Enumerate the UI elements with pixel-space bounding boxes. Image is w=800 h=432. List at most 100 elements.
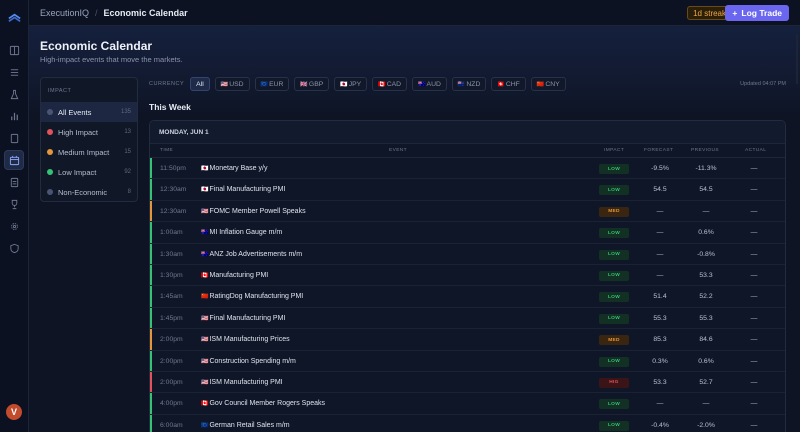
actual-value: —: [750, 250, 758, 258]
impact-item-label: All Events: [58, 107, 92, 117]
currency-chip[interactable]: 🇬🇧 GBP: [294, 77, 330, 91]
impact-badge: MED: [599, 206, 629, 217]
shield-icon[interactable]: [4, 238, 24, 258]
flag-icon: 🇨🇭: [497, 81, 505, 88]
currency-chip-label: JPY: [348, 80, 362, 88]
event-title: Manufacturing PMI: [209, 271, 269, 279]
impact-item-label: Low Impact: [58, 167, 97, 177]
currency-chip-label: All: [196, 80, 204, 88]
flag-icon: 🇺🇸: [201, 379, 209, 386]
currency-chip[interactable]: All: [190, 77, 210, 91]
forecast-value: 54.5: [653, 186, 667, 194]
plus-icon: +: [732, 8, 738, 18]
impact-item[interactable]: Medium Impact 15: [41, 142, 137, 162]
tablet-icon[interactable]: [4, 128, 24, 148]
flag-icon: 🇺🇸: [220, 81, 229, 88]
forecast-value: -0.4%: [651, 421, 669, 429]
flag-icon: 🇪🇺: [201, 422, 209, 429]
breadcrumb-separator: /: [95, 7, 98, 18]
event-time: 12:30am: [160, 186, 187, 194]
table-row[interactable]: 1:30pm 🇨🇦Manufacturing PMI LOW — 53.3 —: [150, 264, 785, 287]
impact-badge: LOW: [599, 185, 629, 196]
table-row[interactable]: 1:30am 🇦🇺ANZ Job Advertisements m/m LOW — -0…: [150, 243, 785, 265]
flag-icon: 🇨🇦: [378, 81, 386, 88]
impact-item[interactable]: Low Impact 92: [41, 162, 137, 182]
currency-chip-label: CAD: [386, 80, 402, 88]
event-name: 🇺🇸Construction Spending m/m: [201, 358, 296, 365]
currency-chip[interactable]: 🇦🇺 AUD: [412, 77, 447, 91]
breadcrumb-app[interactable]: ExecutionIQ: [40, 8, 89, 18]
impact-badge: HIG: [599, 377, 629, 388]
previous-value: 0.6%: [698, 357, 714, 365]
impact-dot: [47, 129, 53, 135]
flag-icon: 🇨🇦: [201, 272, 209, 279]
currency-chip[interactable]: 🇨🇦 CAD: [372, 77, 408, 91]
currency-chip[interactable]: 🇳🇿 NZD: [451, 77, 487, 91]
currency-chip-label: AUD: [426, 80, 441, 88]
currency-chip[interactable]: 🇪🇺 EUR: [254, 77, 290, 91]
impact-bar: [150, 264, 152, 286]
impact-item[interactable]: High Impact 13: [41, 122, 137, 142]
impact-item-label: High Impact: [58, 127, 99, 137]
event-time: 11:50pm: [160, 165, 186, 172]
impact-badge: LOW: [599, 270, 629, 281]
flask-icon[interactable]: [4, 84, 24, 104]
scrollbar[interactable]: [796, 34, 798, 84]
table-row[interactable]: 1:00am 🇦🇺MI Inflation Gauge m/m LOW — 0.6% —: [150, 222, 785, 244]
list-icon[interactable]: [4, 62, 24, 82]
table-row[interactable]: 2:00pm 🇺🇸Construction Spending m/m LOW 0.3%…: [150, 350, 785, 372]
impact-badge: LOW: [599, 292, 629, 303]
currency-chip-label: NZD: [466, 80, 481, 88]
event-name: 🇺🇸Final Manufacturing PMI: [201, 315, 285, 322]
impact-filter-panel: IMPACT All Events 135 High Impact 13 Medium …: [40, 77, 138, 202]
event-title: Gov Council Member Rogers Speaks: [209, 400, 326, 408]
event-name: 🇯🇵Final Manufacturing PMI: [201, 186, 285, 193]
table-row[interactable]: 1:45am 🇨🇳RatingDog Manufacturing PMI LOW 51…: [150, 286, 785, 308]
document-icon[interactable]: [4, 172, 24, 192]
event-title: ISM Manufacturing Prices: [209, 336, 290, 344]
table-row[interactable]: 6:00am 🇪🇺German Retail Sales m/m LOW -0.4% -…: [150, 414, 785, 432]
event-time: 2:00pm: [160, 357, 183, 365]
forecast-value: 53.3: [653, 378, 667, 386]
event-name: 🇨🇦Manufacturing PMI: [201, 272, 268, 279]
table-row[interactable]: 11:50pm 🇯🇵Monetary Base y/y LOW -9.5% -11.3%…: [150, 158, 785, 180]
settings-gear-icon[interactable]: [4, 216, 24, 236]
event-title: ISM Manufacturing PMI: [209, 378, 283, 386]
table-row[interactable]: 1:45pm 🇺🇸Final Manufacturing PMI LOW 55.3 55…: [150, 307, 785, 330]
trophy-icon[interactable]: [4, 194, 24, 214]
table-row[interactable]: 2:00pm 🇺🇸ISM Manufacturing PMI HIG 53.3 52.7…: [150, 371, 785, 394]
impact-bar: [150, 200, 152, 222]
forecast-value: —: [656, 400, 664, 408]
table-row[interactable]: 4:00pm 🇨🇦Gov Council Member Rogers Speaks…: [150, 393, 785, 415]
table-row[interactable]: 2:00pm 🇺🇸ISM Manufacturing Prices MED 85.3 8…: [150, 329, 785, 351]
event-name: 🇨🇦Gov Council Member Rogers Speaks: [201, 400, 325, 407]
dashboard-icon[interactable]: [4, 40, 24, 60]
impact-bar: [150, 286, 152, 307]
table-row[interactable]: 12:30am 🇯🇵Final Manufacturing PMI LOW 54.5 5…: [150, 179, 785, 201]
table-row[interactable]: 12:30am 🇺🇸FOMC Member Powell Speaks MED — — —: [150, 200, 785, 223]
impact-item[interactable]: Non-Economic 8: [41, 182, 137, 202]
bar-chart-icon[interactable]: [4, 106, 24, 126]
top-bar: ExecutionIQ / Economic Calendar: [29, 0, 800, 26]
actual-value: —: [750, 421, 758, 429]
currency-chip[interactable]: 🇨🇳 CNY: [530, 77, 566, 91]
previous-value: 55.3: [699, 314, 713, 322]
currency-filter: CURRENCY All 🇺🇸 USD 🇪🇺 EUR 🇬🇧 GBP 🇯🇵 JPY 🇨🇦 CAD 🇦🇺 A…: [149, 77, 571, 91]
actual-value: —: [750, 400, 758, 408]
flag-icon: 🇦🇺: [418, 81, 426, 88]
currency-chip[interactable]: 🇯🇵 JPY: [334, 77, 368, 91]
log-trade-label: Log Trade: [741, 8, 782, 18]
previous-value: -0.8%: [697, 250, 715, 258]
calendar-icon[interactable]: [4, 150, 24, 170]
currency-chip[interactable]: 🇺🇸 USD: [214, 77, 250, 91]
flag-icon: 🇨🇳: [201, 294, 209, 301]
log-trade-button[interactable]: + Log Trade: [725, 5, 789, 21]
brand-logo-icon[interactable]: [7, 10, 22, 25]
impact-item[interactable]: All Events 135: [41, 102, 137, 122]
flag-icon: 🇳🇿: [457, 81, 466, 88]
flag-icon: 🇦🇺: [201, 251, 209, 258]
currency-chip[interactable]: 🇨🇭 CHF: [491, 77, 526, 91]
user-avatar[interactable]: V: [6, 404, 22, 420]
impact-item-count: 15: [124, 149, 131, 155]
flag-icon: 🇺🇸: [201, 208, 209, 215]
